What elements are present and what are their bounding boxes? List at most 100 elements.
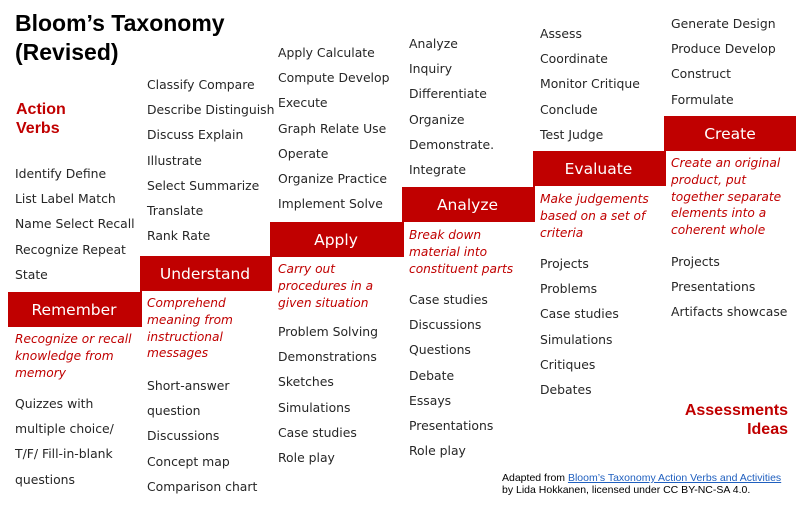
description-line: elements into a xyxy=(671,206,767,221)
description-line: meaning from xyxy=(147,312,233,327)
assessment-item: Projects xyxy=(540,256,589,271)
step-connector xyxy=(664,151,666,186)
assessment-item: Simulations xyxy=(278,399,351,415)
action-verb-item: Discuss Explain xyxy=(147,127,244,143)
assessment-item: Presentations xyxy=(409,417,494,433)
assessment-item: T/F/ Fill-in-blank xyxy=(15,446,113,462)
source-link[interactable]: Bloom’s Taxonomy Action Verbs and Activi… xyxy=(568,472,781,484)
description-line: constituent parts xyxy=(409,261,514,276)
action-verb-item: List Label Match xyxy=(15,191,116,207)
description-line: knowledge from xyxy=(15,348,114,363)
action-verb-item: Translate xyxy=(147,202,204,218)
assessment-item: Critiques xyxy=(540,356,596,372)
action-verbs-understand: Classify Compare Describe Distinguish Disc… xyxy=(147,72,274,248)
assessment-item: question xyxy=(147,403,201,419)
level-label: Apply xyxy=(314,230,358,249)
level-remember: Remember xyxy=(8,292,140,327)
assessment-item: Debate xyxy=(409,367,455,383)
description-line: product, put xyxy=(671,172,747,187)
action-verb-item: Generate Design xyxy=(671,16,776,31)
assessment-ideas-analyze: Case studies Discussions Questions Debate Es… xyxy=(409,287,493,463)
action-verb-item: Conclude xyxy=(540,101,598,117)
description-line: Make judgements xyxy=(540,192,649,206)
level-description: Create an original product, put together s… xyxy=(671,155,781,239)
footer-prefix: Adapted from xyxy=(502,472,568,484)
action-verb-item: Apply Calculate xyxy=(278,45,375,60)
diagram-title: Bloom’s Taxonomy (Revised) xyxy=(15,9,225,67)
assessment-item: questions xyxy=(15,471,75,487)
action-verb-item: Coordinate xyxy=(540,51,608,67)
action-verbs-label: Action Verbs xyxy=(16,100,66,138)
assessment-ideas-understand: Short-answer question Discussions Concept m… xyxy=(147,373,257,499)
description-line: given situation xyxy=(278,295,369,310)
assessment-item: Questions xyxy=(409,342,471,358)
level-understand: Understand xyxy=(140,256,270,291)
level-description: Carry out procedures in a given situation xyxy=(278,261,373,311)
level-description: Comprehend meaning from instructional messa… xyxy=(147,295,233,362)
description-line: Create an original xyxy=(671,156,781,170)
title-line-2: (Revised) xyxy=(15,39,119,65)
assessment-item: Debates xyxy=(540,381,592,397)
level-label: Analyze xyxy=(436,195,499,214)
level-apply: Apply xyxy=(270,222,402,257)
description-line: procedures in a xyxy=(278,278,374,293)
action-verbs-analyze: Analyze Inquiry Differentiate Organize Demon… xyxy=(409,31,494,182)
assessment-item: Discussions xyxy=(409,317,482,333)
action-verb-item: Inquiry xyxy=(409,61,453,77)
action-verbs-label-line: Action xyxy=(16,101,66,118)
action-verb-item: Execute xyxy=(278,95,328,111)
action-verb-item: State xyxy=(15,266,48,282)
assessment-item: Quizzes with xyxy=(15,396,94,411)
assessment-item: Short-answer xyxy=(147,378,230,393)
level-label: Evaluate xyxy=(564,159,633,178)
description-line: Recognize or recall xyxy=(15,332,132,346)
action-verb-item: Select Summarize xyxy=(147,177,260,193)
assessments-label-line: Assessments xyxy=(684,402,788,419)
description-line: Comprehend xyxy=(147,296,226,310)
assessments-ideas-label: Assessments Ideas xyxy=(685,401,788,439)
assessment-ideas-create: Projects Presentations Artifacts showcase xyxy=(671,249,787,325)
action-verb-item: Operate xyxy=(278,145,329,161)
assessment-ideas-evaluate: Projects Problems Case studies Simulations C… xyxy=(540,251,619,402)
assessment-item: Case studies xyxy=(409,292,488,307)
assessment-item: Comparison chart xyxy=(147,478,258,494)
level-description: Make judgements based on a set of criteria xyxy=(540,191,649,241)
action-verb-item: Analyze xyxy=(409,36,458,51)
action-verb-item: Construct xyxy=(671,66,732,82)
assessment-item: Role play xyxy=(278,449,335,465)
description-line: messages xyxy=(147,346,209,361)
action-verbs-remember: Identify Define List Label Match Name Sele… xyxy=(15,161,135,287)
action-verb-item: Formulate xyxy=(671,91,734,107)
attribution-footer: Adapted from Bloom’s Taxonomy Action Ver… xyxy=(502,472,792,496)
action-verb-item: Produce Develop xyxy=(671,41,776,57)
assessment-item: Projects xyxy=(671,254,720,269)
description-line: memory xyxy=(15,365,66,380)
assessment-item: Role play xyxy=(409,443,466,459)
step-connector xyxy=(270,257,272,291)
assessment-item: Problem Solving xyxy=(278,324,378,339)
assessment-item: Case studies xyxy=(278,424,357,440)
action-verb-item: Demonstrate. xyxy=(409,136,495,152)
description-line: criteria xyxy=(540,225,584,240)
action-verb-item: Illustrate xyxy=(147,152,202,168)
action-verbs-create: Generate Design Produce Develop Construct F… xyxy=(671,11,776,112)
description-line: coherent whole xyxy=(671,223,766,238)
title-line-1: Bloom’s Taxonomy xyxy=(15,10,225,36)
action-verb-item: Monitor Critique xyxy=(540,76,640,92)
level-create: Create xyxy=(664,116,796,151)
action-verb-item: Integrate xyxy=(409,161,467,177)
assessment-item: Presentations xyxy=(671,279,756,295)
action-verb-item: Test Judge xyxy=(540,126,604,142)
assessments-label-line: Ideas xyxy=(747,421,788,438)
assessment-ideas-apply: Problem Solving Demonstrations Sketches Sim… xyxy=(278,319,378,470)
action-verb-item: Graph Relate Use xyxy=(278,120,387,136)
assessment-item: Sketches xyxy=(278,374,334,390)
assessment-item: Demonstrations xyxy=(278,349,377,365)
step-connector xyxy=(402,222,404,257)
action-verb-item: Rank Rate xyxy=(147,228,211,244)
level-label: Remember xyxy=(31,300,117,319)
action-verbs-apply: Apply Calculate Compute Develop Execute Gra… xyxy=(278,40,389,216)
action-verb-item: Name Select Recall xyxy=(15,216,135,232)
action-verb-item: Compute Develop xyxy=(278,70,390,86)
description-line: Break down xyxy=(409,228,482,242)
